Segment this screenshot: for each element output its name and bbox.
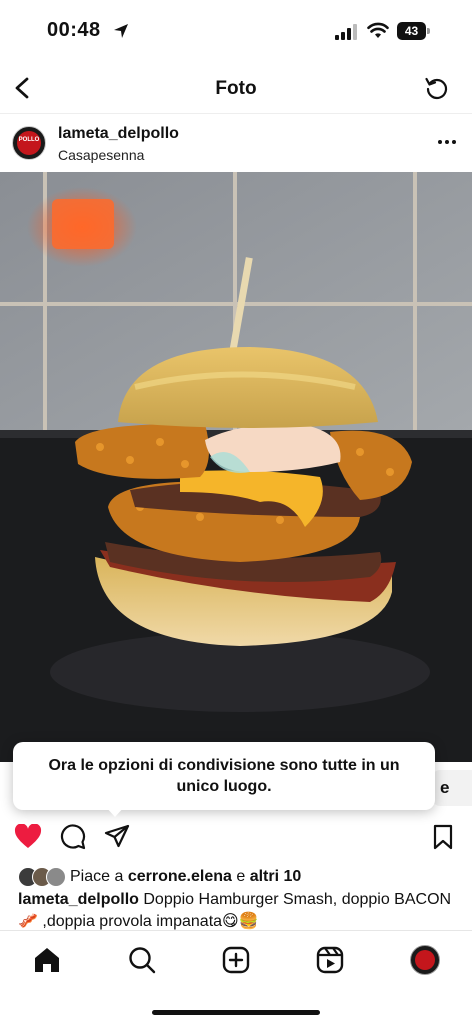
post-username[interactable]: lameta_delpollo [58, 125, 179, 143]
post-location[interactable]: Casapesenna [58, 147, 144, 163]
burger-photo [0, 172, 472, 762]
home-icon[interactable] [32, 945, 62, 975]
tooltip-line-2: unico luogo. [176, 778, 272, 795]
share-options-partial-button[interactable]: e [432, 770, 472, 806]
home-indicator [152, 1010, 320, 1015]
location-arrow-icon [114, 24, 128, 38]
post-header: POLLO lameta_delpollo Casapesenna [0, 116, 472, 172]
status-bar: 00:48 43 [0, 0, 472, 62]
battery-icon: 43 [397, 22, 430, 40]
post-caption: lameta_delpollo Doppio Hamburger Smash, … [18, 889, 458, 933]
wifi-icon [367, 22, 389, 38]
post-actions [0, 820, 472, 856]
reels-icon[interactable] [315, 945, 345, 975]
comment-icon[interactable] [60, 824, 86, 850]
avatar-logo-text: POLLO [18, 137, 40, 143]
create-icon[interactable] [221, 945, 251, 975]
avatar[interactable]: POLLO [12, 126, 46, 160]
liker-username[interactable]: cerrone.elena [128, 868, 232, 885]
share-icon[interactable] [104, 824, 130, 850]
more-options-icon[interactable] [436, 132, 458, 152]
likes-others[interactable]: altri 10 [250, 868, 302, 885]
tooltip-arrow [105, 806, 125, 817]
bookmark-icon[interactable] [432, 824, 454, 850]
profile-avatar[interactable] [410, 945, 440, 975]
top-header: Foto [0, 62, 472, 114]
heart-icon[interactable] [14, 824, 42, 850]
liker-avatars [18, 867, 68, 887]
status-time: 00:48 [47, 19, 101, 41]
refresh-icon[interactable] [424, 75, 450, 101]
caption-username[interactable]: lameta_delpollo [18, 891, 139, 908]
signal-icon [335, 24, 357, 40]
share-options-tooltip[interactable]: Ora le opzioni di condivisione sono tutt… [13, 742, 435, 810]
tooltip-line-1: Ora le opzioni di condivisione sono tutt… [48, 757, 400, 774]
battery-level: 43 [397, 22, 426, 40]
likes-text: Piace a cerrone.elena e altri 10 [70, 868, 302, 885]
search-icon[interactable] [127, 945, 157, 975]
page-title: Foto [215, 78, 257, 99]
post-photo[interactable] [0, 172, 472, 762]
